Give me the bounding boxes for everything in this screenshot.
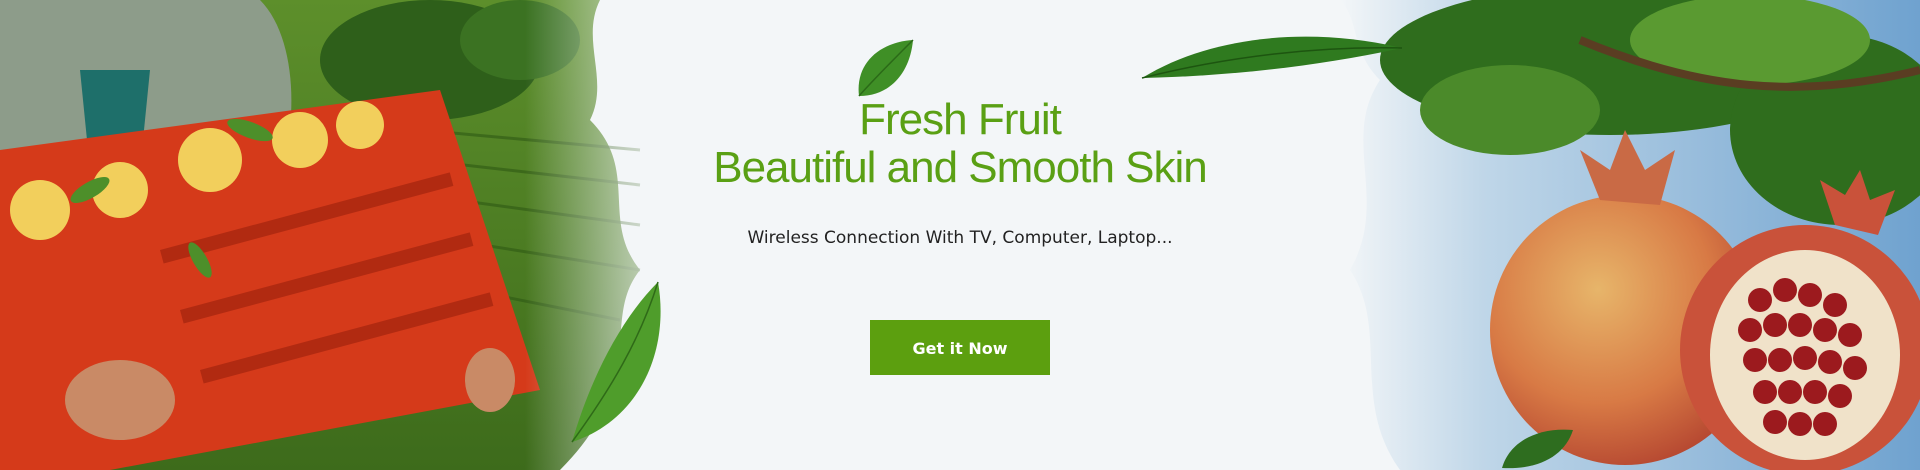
leaf-decoration-left <box>571 281 661 443</box>
hero-title: Fresh Fruit Beautiful and Smooth Skin <box>660 96 1260 192</box>
leaf-decoration-bottom-right <box>1502 429 1573 469</box>
get-it-now-button[interactable]: Get it Now <box>870 320 1050 375</box>
hero-subtitle: Wireless Connection With TV, Computer, L… <box>747 228 1173 248</box>
leaf-decoration-long <box>1141 36 1403 79</box>
hero-banner: Fresh Fruit Beautiful and Smooth Skin Wi… <box>0 0 1920 470</box>
leaf-decoration-top <box>858 39 914 97</box>
hero-title-line1: Fresh Fruit <box>859 95 1062 144</box>
hero-content: Fresh Fruit Beautiful and Smooth Skin Wi… <box>660 96 1260 375</box>
hero-title-line2: Beautiful and Smooth Skin <box>713 143 1208 192</box>
